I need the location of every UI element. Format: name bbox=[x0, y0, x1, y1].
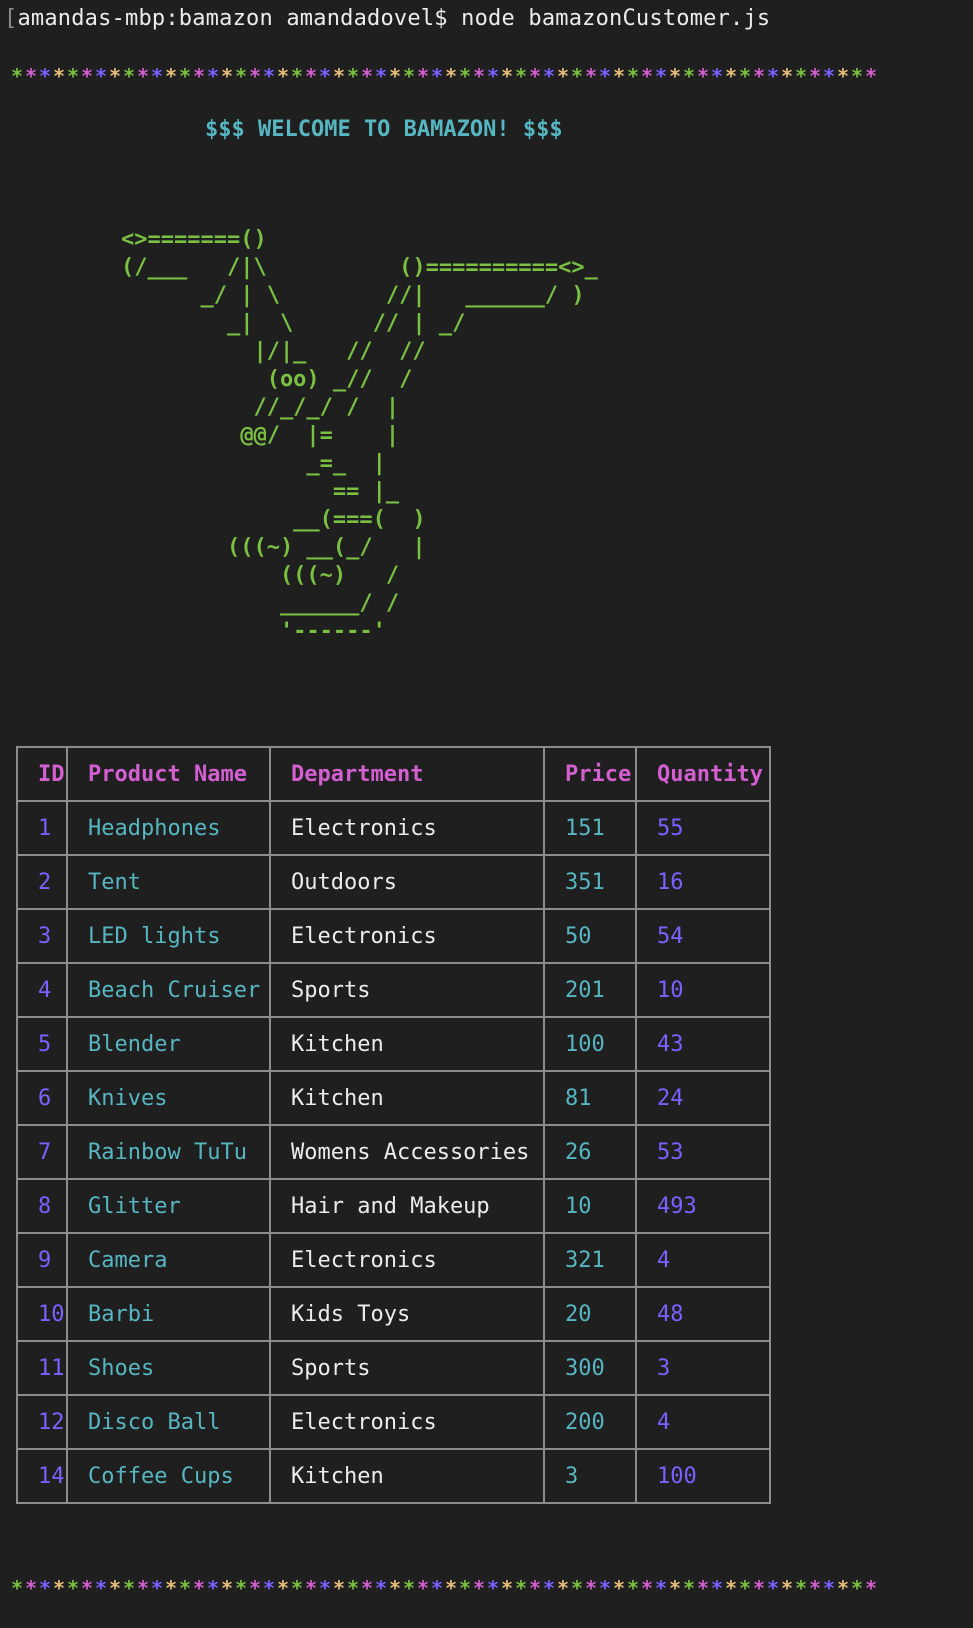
cell-price: 201 bbox=[543, 962, 637, 1018]
cell-id: 7 bbox=[16, 1124, 68, 1180]
cell-product-name: Coffee Cups bbox=[66, 1448, 271, 1504]
cell-quantity: 53 bbox=[635, 1124, 771, 1180]
cell-product-name: Beach Cruiser bbox=[66, 962, 271, 1018]
table-row: 14 Coffee Cups Kitchen 3 100 bbox=[16, 1448, 771, 1504]
table-row: 1 Headphones Electronics 151 55 bbox=[16, 800, 771, 856]
table-row: 2 Tent Outdoors 351 16 bbox=[16, 854, 771, 910]
table-row: 6 Knives Kitchen 81 24 bbox=[16, 1070, 771, 1126]
cell-quantity: 48 bbox=[635, 1286, 771, 1342]
cell-department: Electronics bbox=[269, 1232, 545, 1288]
table-row: 10 Barbi Kids Toys 20 48 bbox=[16, 1286, 771, 1342]
star-divider-bottom: ****************************************… bbox=[10, 1576, 878, 1600]
cell-quantity: 100 bbox=[635, 1448, 771, 1504]
welcome-banner: $$$ WELCOME TO BAMAZON! $$$ bbox=[205, 117, 563, 142]
terminal-window[interactable]: [amandas-mbp:bamazon amandadovel$ node b… bbox=[0, 0, 973, 1628]
cell-price: 81 bbox=[543, 1070, 637, 1126]
cell-department: Electronics bbox=[269, 1394, 545, 1450]
cell-quantity: 16 bbox=[635, 854, 771, 910]
cell-product-name: LED lights bbox=[66, 908, 271, 964]
cell-product-name: Disco Ball bbox=[66, 1394, 271, 1450]
cell-product-name: Blender bbox=[66, 1016, 271, 1072]
cell-price: 300 bbox=[543, 1340, 637, 1396]
cell-price: 26 bbox=[543, 1124, 637, 1180]
cell-department: Electronics bbox=[269, 800, 545, 856]
cell-quantity: 4 bbox=[635, 1232, 771, 1288]
command-prompt: [amandas-mbp:bamazon amandadovel$ node b… bbox=[4, 4, 770, 34]
table-row: 8 Glitter Hair and Makeup 10 493 bbox=[16, 1178, 771, 1234]
cell-id: 9 bbox=[16, 1232, 68, 1288]
cell-id: 8 bbox=[16, 1178, 68, 1234]
cell-product-name: Tent bbox=[66, 854, 271, 910]
cell-department: Outdoors bbox=[269, 854, 545, 910]
cell-department: Womens Accessories bbox=[269, 1124, 545, 1180]
cell-quantity: 4 bbox=[635, 1394, 771, 1450]
cell-department: Kitchen bbox=[269, 1016, 545, 1072]
product-table: ID Product Name Department Price Quantit… bbox=[16, 746, 771, 1504]
cell-id: 14 bbox=[16, 1448, 68, 1504]
product-table-body: 1 Headphones Electronics 151 55 2 Tent Outdoors… bbox=[16, 800, 771, 1504]
table-header-row: ID Product Name Department Price Quantit… bbox=[16, 746, 771, 802]
cell-quantity: 493 bbox=[635, 1178, 771, 1234]
header-product-name: Product Name bbox=[66, 746, 271, 802]
cell-quantity: 10 bbox=[635, 962, 771, 1018]
cell-price: 10 bbox=[543, 1178, 637, 1234]
cell-department: Hair and Makeup bbox=[269, 1178, 545, 1234]
cell-quantity: 3 bbox=[635, 1340, 771, 1396]
cell-price: 321 bbox=[543, 1232, 637, 1288]
cell-quantity: 24 bbox=[635, 1070, 771, 1126]
cell-id: 5 bbox=[16, 1016, 68, 1072]
star-divider-top: ****************************************… bbox=[10, 64, 878, 88]
header-quantity: Quantity bbox=[635, 746, 771, 802]
cell-id: 2 bbox=[16, 854, 68, 910]
cell-quantity: 55 bbox=[635, 800, 771, 856]
cell-price: 200 bbox=[543, 1394, 637, 1450]
table-row: 7 Rainbow TuTu Womens Accessories 26 53 bbox=[16, 1124, 771, 1180]
cell-product-name: Barbi bbox=[66, 1286, 271, 1342]
cell-quantity: 54 bbox=[635, 908, 771, 964]
cell-product-name: Headphones bbox=[66, 800, 271, 856]
prompt-marker: [ bbox=[4, 6, 18, 31]
cell-product-name: Rainbow TuTu bbox=[66, 1124, 271, 1180]
cell-price: 100 bbox=[543, 1016, 637, 1072]
cell-department: Kitchen bbox=[269, 1448, 545, 1504]
table-row: 11 Shoes Sports 300 3 bbox=[16, 1340, 771, 1396]
table-row: 9 Camera Electronics 321 4 bbox=[16, 1232, 771, 1288]
table-row: 5 Blender Kitchen 100 43 bbox=[16, 1016, 771, 1072]
cell-id: 1 bbox=[16, 800, 68, 856]
cell-department: Kitchen bbox=[269, 1070, 545, 1126]
cell-department: Sports bbox=[269, 1340, 545, 1396]
table-row: 4 Beach Cruiser Sports 201 10 bbox=[16, 962, 771, 1018]
header-id: ID bbox=[16, 746, 68, 802]
cell-price: 20 bbox=[543, 1286, 637, 1342]
cell-id: 11 bbox=[16, 1340, 68, 1396]
table-row: 12 Disco Ball Electronics 200 4 bbox=[16, 1394, 771, 1450]
cell-product-name: Shoes bbox=[66, 1340, 271, 1396]
cell-quantity: 43 bbox=[635, 1016, 771, 1072]
cell-department: Sports bbox=[269, 962, 545, 1018]
cell-product-name: Knives bbox=[66, 1070, 271, 1126]
cell-id: 6 bbox=[16, 1070, 68, 1126]
header-department: Department bbox=[269, 746, 545, 802]
cell-id: 4 bbox=[16, 962, 68, 1018]
cell-price: 351 bbox=[543, 854, 637, 910]
cell-product-name: Glitter bbox=[66, 1178, 271, 1234]
prompt-text: amandas-mbp:bamazon amandadovel$ node ba… bbox=[17, 6, 771, 31]
cell-department: Kids Toys bbox=[269, 1286, 545, 1342]
cell-product-name: Camera bbox=[66, 1232, 271, 1288]
cell-department: Electronics bbox=[269, 908, 545, 964]
table-row: 3 LED lights Electronics 50 54 bbox=[16, 908, 771, 964]
cell-id: 10 bbox=[16, 1286, 68, 1342]
ascii-art-logo: <>=======() (/___ /|\ ()==========<>_ _/… bbox=[121, 227, 598, 644]
cell-id: 12 bbox=[16, 1394, 68, 1450]
cell-price: 151 bbox=[543, 800, 637, 856]
cell-price: 3 bbox=[543, 1448, 637, 1504]
cell-id: 3 bbox=[16, 908, 68, 964]
header-price: Price bbox=[543, 746, 637, 802]
cell-price: 50 bbox=[543, 908, 637, 964]
